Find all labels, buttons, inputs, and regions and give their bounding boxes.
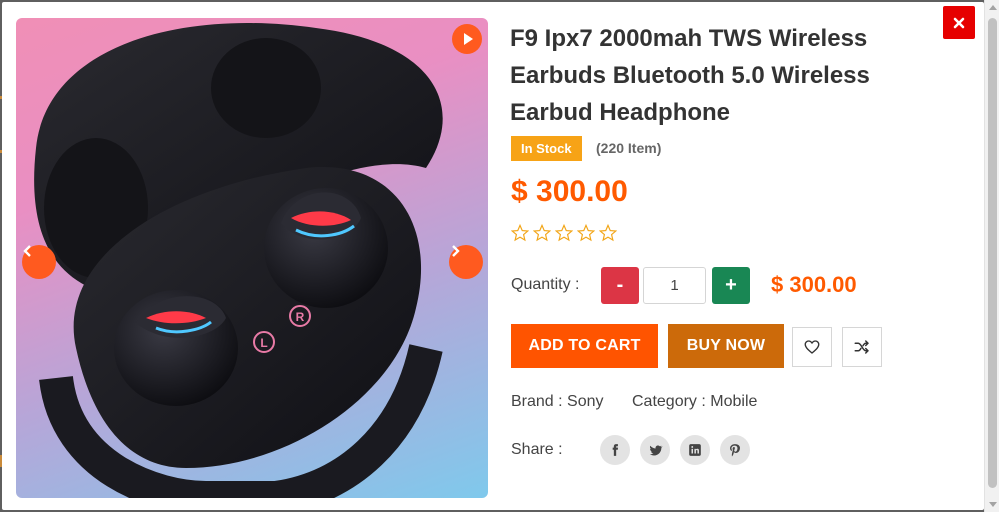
add-to-cart-button[interactable]: ADD TO CART — [511, 324, 658, 368]
chevron-left-icon — [23, 245, 31, 257]
right-letter: R — [296, 310, 305, 324]
star-outline-icon — [533, 224, 551, 242]
facebook-icon — [612, 444, 619, 456]
scroll-up-icon[interactable] — [989, 5, 997, 10]
share-pinterest-button[interactable] — [720, 435, 750, 465]
earbuds-case-image: L R — [34, 23, 443, 498]
star-outline-icon — [577, 224, 595, 242]
pinterest-icon — [730, 444, 740, 457]
vertical-scrollbar[interactable] — [984, 0, 999, 512]
play-video-button[interactable] — [452, 24, 482, 54]
share-linkedin-button[interactable] — [680, 435, 710, 465]
close-modal-button[interactable] — [943, 6, 975, 39]
quantity-label: Quantity : — [511, 276, 580, 293]
brand-info: Brand : Sony — [511, 393, 604, 410]
share-twitter-button[interactable] — [640, 435, 670, 465]
gallery-prev-button[interactable] — [22, 245, 56, 279]
scrollbar-thumb[interactable] — [988, 18, 997, 488]
star-outline-icon — [599, 224, 617, 242]
share-label: Share : — [511, 441, 563, 458]
stock-badge: In Stock — [511, 136, 582, 161]
heart-icon — [804, 340, 820, 354]
gallery-next-button[interactable] — [449, 245, 483, 279]
buy-now-button[interactable]: BUY NOW — [668, 324, 784, 368]
quick-view-modal: L R F9 Ipx7 2000mah TWS Wireless Earbuds… — [2, 2, 984, 510]
chevron-right-icon — [452, 245, 460, 257]
product-title: F9 Ipx7 2000mah TWS Wireless Earbuds Blu… — [510, 25, 870, 126]
close-icon — [953, 17, 965, 28]
linkedin-icon — [689, 444, 701, 456]
compare-button[interactable] — [842, 327, 882, 367]
scroll-down-icon[interactable] — [989, 502, 997, 507]
star-outline-icon — [511, 224, 529, 242]
quantity-decrease-button[interactable]: - — [601, 267, 639, 304]
quantity-input[interactable] — [643, 267, 706, 304]
stock-count: (220 Item) — [596, 140, 662, 156]
quantity-increase-button[interactable]: + — [712, 267, 750, 304]
left-letter: L — [260, 336, 267, 350]
star-outline-icon — [555, 224, 573, 242]
shuffle-icon — [854, 340, 869, 354]
category-info: Category : Mobile — [632, 393, 758, 410]
share-facebook-button[interactable] — [600, 435, 630, 465]
product-price: $ 300.00 — [511, 175, 628, 208]
twitter-icon — [649, 444, 663, 455]
rating-stars — [511, 224, 617, 242]
product-image-gallery: L R — [16, 18, 488, 498]
wishlist-button[interactable] — [792, 327, 832, 367]
total-price: $ 300.00 — [771, 272, 857, 297]
